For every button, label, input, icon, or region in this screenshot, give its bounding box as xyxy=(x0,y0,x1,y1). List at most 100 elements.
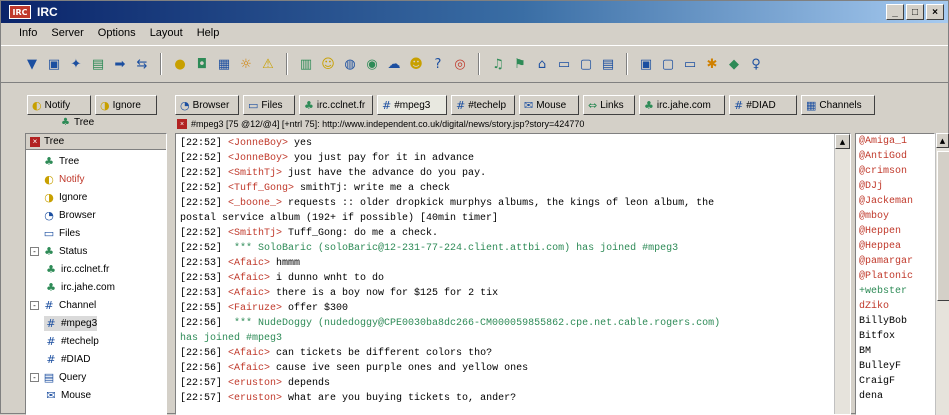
chat-nick[interactable]: <Tuff_Gong> xyxy=(228,183,294,194)
menu-info[interactable]: Info xyxy=(19,27,37,39)
chat-nick[interactable]: <eruston> xyxy=(228,393,282,404)
nick-list-item[interactable]: dena xyxy=(856,389,934,404)
tree-item-channel[interactable]: - # Channel xyxy=(30,298,96,313)
tree-item-notify[interactable]: ◐ Notify xyxy=(30,172,84,187)
badge-icon[interactable]: ◆ xyxy=(725,55,743,73)
collapse-icon[interactable]: - xyxy=(30,373,39,382)
tab-techelp[interactable]: # #techelp xyxy=(451,95,515,115)
nicklist-scrollbar[interactable]: ▲ xyxy=(935,133,949,415)
window-icon[interactable]: ▢ xyxy=(577,55,595,73)
tree-item-browser[interactable]: ◔ Browser xyxy=(30,208,96,223)
tree-item-files[interactable]: ▭ Files xyxy=(30,226,80,241)
cloud-icon[interactable]: ☁ xyxy=(385,55,403,73)
collapse-icon[interactable]: - xyxy=(30,247,39,256)
marker-icon[interactable]: ▼ xyxy=(23,55,41,73)
nick-list-item[interactable]: CraigF xyxy=(856,374,934,389)
tree-item-irc-jahe-com[interactable]: ♣ irc.jahe.com xyxy=(44,280,115,295)
nick-list-item[interactable]: @mboy xyxy=(856,209,934,224)
nick-list-item[interactable]: BulleyF xyxy=(856,359,934,374)
chat-window[interactable]: [22:52] <JonneBoy> yes [22:52] <JonneBoy>… xyxy=(175,133,851,415)
folder-icon[interactable]: ▤ xyxy=(89,55,107,73)
maximize-button[interactable]: □ xyxy=(906,4,924,20)
nick-list-item[interactable]: @Platonic xyxy=(856,269,934,284)
warning-icon[interactable]: ⚠ xyxy=(259,55,277,73)
tab-irc-jahe-com[interactable]: ♣ irc.jahe.com xyxy=(639,95,725,115)
tab-links[interactable]: ⇔ Links xyxy=(583,95,635,115)
target-icon[interactable]: ◎ xyxy=(451,55,469,73)
speaker-icon[interactable]: ♫ xyxy=(489,55,507,73)
nicklist-scroll-thumb[interactable] xyxy=(937,151,949,301)
nick-list-item[interactable]: Bitfox xyxy=(856,329,934,344)
tab-channels[interactable]: ▦ Channels xyxy=(801,95,875,115)
tree-item-tree[interactable]: ♣ Tree xyxy=(30,154,79,169)
nick-list-item[interactable]: @crimson xyxy=(856,164,934,179)
sun-icon[interactable]: ☼ xyxy=(237,55,255,73)
star-icon[interactable]: ✦ xyxy=(67,55,85,73)
tab-notify[interactable]: ◐ Notify xyxy=(27,95,91,115)
bulb-icon[interactable]: ♀ xyxy=(747,55,765,73)
menu-layout[interactable]: Layout xyxy=(150,27,183,39)
title-bar[interactable]: IRC IRC _ □ × xyxy=(1,1,948,23)
chat-nick[interactable]: <Fairuze> xyxy=(228,303,282,314)
tree-item-mpeg3[interactable]: # #mpeg3 xyxy=(44,316,98,331)
scroll-up-icon[interactable]: ▲ xyxy=(835,134,850,149)
ball-icon[interactable]: ● xyxy=(171,55,189,73)
disc-icon[interactable]: ◘ xyxy=(193,55,211,73)
close-icon[interactable]: × xyxy=(30,136,40,147)
grid-icon[interactable]: ▦ xyxy=(215,55,233,73)
nick-list-item[interactable]: @AntiGod xyxy=(856,149,934,164)
menu-options[interactable]: Options xyxy=(98,27,136,39)
minimize-button[interactable]: _ xyxy=(886,4,904,20)
nick-list-item[interactable]: +webster xyxy=(856,284,934,299)
tree-item-query[interactable]: - ▤ Query xyxy=(30,370,86,385)
nick-list-item[interactable]: @DJj xyxy=(856,179,934,194)
chat-nick[interactable]: <Afaic> xyxy=(228,348,270,359)
tool-icon[interactable]: ▣ xyxy=(45,55,63,73)
chat-nick[interactable]: <Afaic> xyxy=(228,273,270,284)
menu-help[interactable]: Help xyxy=(197,27,220,39)
nick-list-item[interactable]: @Amiga_1 xyxy=(856,134,934,149)
tab-ignore[interactable]: ◑ Ignore xyxy=(95,95,157,115)
nick-list-item[interactable]: dZiko xyxy=(856,299,934,314)
nicklist-scroll-up-icon[interactable]: ▲ xyxy=(936,133,949,148)
nick-list-item[interactable]: BillyBob xyxy=(856,314,934,329)
tab-diad[interactable]: # #DIAD xyxy=(729,95,797,115)
tab-mpeg3[interactable]: # #mpeg3 xyxy=(377,95,447,115)
nick-list-item[interactable]: @pamargar xyxy=(856,254,934,269)
nick-list-item[interactable]: @Heppea xyxy=(856,239,934,254)
menu-server[interactable]: Server xyxy=(51,27,83,39)
document-icon[interactable]: ▭ xyxy=(555,55,573,73)
nick-list-item[interactable]: @Heppen xyxy=(856,224,934,239)
close-button[interactable]: × xyxy=(926,4,944,20)
notes-icon[interactable]: ▤ xyxy=(599,55,617,73)
chat-nick[interactable]: <Afaic> xyxy=(228,288,270,299)
tree-item-techelp[interactable]: # #techelp xyxy=(44,334,98,349)
chat-nick[interactable]: <SmithTj> xyxy=(228,228,282,239)
tree-item-diad[interactable]: # #DIAD xyxy=(44,352,90,367)
chat-nick[interactable]: <Afaic> xyxy=(228,363,270,374)
nick-list-item[interactable]: @Jackeman xyxy=(856,194,934,209)
chat-nick[interactable]: <JonneBoy> xyxy=(228,138,288,149)
nick-list-item[interactable]: BM xyxy=(856,344,934,359)
screen-icon[interactable]: ▢ xyxy=(659,55,677,73)
tab-files[interactable]: ▭ Files xyxy=(243,95,295,115)
close-channel-icon[interactable]: × xyxy=(177,119,187,129)
bell-icon[interactable]: ⚑ xyxy=(511,55,529,73)
panel-icon[interactable]: ▣ xyxy=(637,55,655,73)
tree-item-status[interactable]: - ♣ Status xyxy=(30,244,87,259)
collapse-icon[interactable]: - xyxy=(30,301,39,310)
plug-icon[interactable]: ◉ xyxy=(363,55,381,73)
home-icon[interactable]: ⌂ xyxy=(533,55,551,73)
tab-mouse[interactable]: ✉ Mouse xyxy=(519,95,579,115)
link-icon[interactable]: ⇆ xyxy=(133,55,151,73)
globe-icon[interactable]: ◍ xyxy=(341,55,359,73)
arrow-icon[interactable]: ➡ xyxy=(111,55,129,73)
chat-scrollbar[interactable]: ▲ xyxy=(834,134,850,414)
monitor-icon[interactable]: ▭ xyxy=(681,55,699,73)
tab-irc-cclnet-fr[interactable]: ♣ irc.cclnet.fr xyxy=(299,95,373,115)
help-icon[interactable]: ? xyxy=(429,55,447,73)
tree-item-irc-cclnet-fr[interactable]: ♣ irc.cclnet.fr xyxy=(44,262,109,277)
tree-item-ignore[interactable]: ◑ Ignore xyxy=(30,190,87,205)
tab-browser[interactable]: ◔ Browser xyxy=(175,95,239,115)
chat-nick[interactable]: <JonneBoy> xyxy=(228,153,288,164)
